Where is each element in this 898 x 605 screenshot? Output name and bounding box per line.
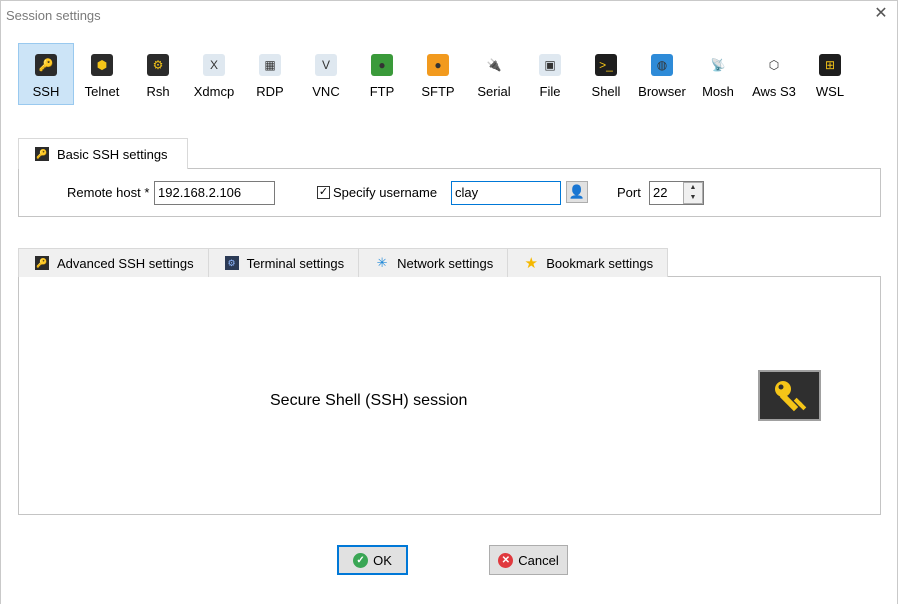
key-icon: 🔑: [35, 256, 49, 270]
telnet-icon: ⬢: [91, 54, 113, 76]
specify-username-checkbox[interactable]: ✓: [317, 186, 330, 199]
ok-label: OK: [373, 552, 392, 568]
session-type-vnc[interactable]: V VNC: [298, 43, 354, 105]
username-input[interactable]: clay: [451, 181, 561, 205]
session-type-label: Mosh: [702, 84, 734, 99]
user-icon: 👤: [568, 184, 586, 199]
spin-up-icon[interactable]: ▲: [684, 183, 702, 193]
session-type-wsl[interactable]: ⊞ WSL: [802, 43, 858, 105]
title-bar: Session settings ✕: [1, 1, 897, 29]
tab-bookmark-settings[interactable]: ★ Bookmark settings: [507, 248, 669, 277]
session-settings-dialog: Session settings ✕ 🔑 SSH ⬢ Telnet ⚙ Rsh X Xdmcp…: [0, 0, 898, 605]
session-type-label: Aws S3: [752, 84, 796, 99]
session-type-rdp[interactable]: ▦ RDP: [242, 43, 298, 105]
session-type-rsh[interactable]: ⚙ Rsh: [130, 43, 186, 105]
session-type-telnet[interactable]: ⬢ Telnet: [74, 43, 130, 105]
vnc-icon: V: [315, 54, 337, 76]
serial-icon: 🔌: [483, 54, 505, 76]
check-icon: ✓: [353, 552, 369, 568]
basic-settings-panel: Remote host * 192.168.2.106 ✓ Specify us…: [18, 168, 881, 217]
session-type-label: Telnet: [84, 84, 120, 99]
session-type-serial[interactable]: 🔌 Serial: [466, 43, 522, 105]
session-type-label: SFTP: [421, 84, 455, 99]
xdmcp-icon: X: [203, 54, 225, 76]
session-type-label: Rsh: [146, 84, 170, 99]
ok-button[interactable]: ✓ OK: [337, 545, 408, 575]
spin-down-icon[interactable]: ▼: [684, 193, 702, 203]
session-description: Secure Shell (SSH) session: [270, 392, 468, 409]
aws-s3-icon: ⬡: [763, 54, 785, 76]
close-icon[interactable]: ✕: [873, 6, 889, 22]
session-type-xdmcp[interactable]: X Xdmcp: [186, 43, 242, 105]
session-type-label: RDP: [256, 84, 284, 99]
tab-label: Basic SSH settings: [57, 146, 168, 162]
session-type-browser[interactable]: ◍ Browser: [634, 43, 690, 105]
sftp-icon: ●: [427, 54, 449, 76]
ftp-icon: ●: [371, 54, 393, 76]
window-title: Session settings: [6, 7, 101, 23]
session-type-label: File: [539, 84, 561, 99]
key-icon: 🔑: [35, 147, 49, 161]
key-icon: 🔑: [35, 54, 57, 76]
session-type-label: Shell: [591, 84, 621, 99]
tab-terminal-settings[interactable]: ⚙ Terminal settings: [207, 248, 360, 277]
port-label: Port: [617, 185, 641, 200]
session-type-ssh[interactable]: 🔑 SSH: [18, 43, 74, 105]
session-type-shell[interactable]: >_ Shell: [578, 43, 634, 105]
session-type-file[interactable]: ▣ File: [522, 43, 578, 105]
session-type-label: Browser: [638, 84, 686, 99]
rsh-icon: ⚙: [147, 54, 169, 76]
session-type-label: SSH: [32, 84, 60, 99]
cancel-icon: ✕: [498, 552, 514, 568]
key-icon: [774, 380, 806, 411]
network-icon: ✳: [376, 255, 388, 270]
remote-host-input[interactable]: 192.168.2.106: [154, 181, 275, 205]
terminal-icon: ⚙: [224, 256, 239, 270]
tab-basic-ssh-settings[interactable]: 🔑 Basic SSH settings: [18, 138, 188, 169]
mosh-icon: 📡: [707, 54, 729, 76]
tab-label: Bookmark settings: [546, 255, 654, 271]
cancel-button[interactable]: ✕ Cancel: [489, 545, 568, 575]
session-type-label: WSL: [815, 84, 845, 99]
wsl-icon: ⊞: [819, 54, 841, 76]
cancel-label: Cancel: [518, 552, 559, 568]
session-type-aws-s3[interactable]: ⬡ Aws S3: [746, 43, 802, 105]
session-type-toolbar: 🔑 SSH ⬢ Telnet ⚙ Rsh X Xdmcp ▦ RDP V VNC ● FTP ● SFTP 🔌 S…: [18, 43, 858, 105]
session-type-label: Xdmcp: [193, 84, 235, 99]
session-type-ftp[interactable]: ● FTP: [354, 43, 410, 105]
remote-host-label: Remote host *: [67, 185, 150, 200]
ssh-key-badge: [758, 370, 821, 421]
dialog-body: 🔑 SSH ⬢ Telnet ⚙ Rsh X Xdmcp ▦ RDP V VNC ● FTP ● SFTP 🔌 S…: [1, 29, 897, 605]
file-icon: ▣: [539, 54, 561, 76]
tab-label: Advanced SSH settings: [57, 255, 194, 271]
specify-username-label: Specify username: [333, 185, 438, 200]
tab-network-settings[interactable]: ✳ Network settings: [358, 248, 509, 277]
tab-label: Terminal settings: [246, 255, 345, 271]
tab-label: Network settings: [397, 255, 494, 271]
settings-tabs: 🔑 Advanced SSH settings ⚙ Terminal setti…: [18, 248, 669, 277]
session-type-label: Serial: [477, 84, 511, 99]
tab-advanced-ssh-settings[interactable]: 🔑 Advanced SSH settings: [18, 248, 209, 277]
user-picker-button[interactable]: 👤: [566, 181, 588, 203]
shell-icon: >_: [595, 54, 617, 76]
rdp-icon: ▦: [259, 54, 281, 76]
port-spinner[interactable]: ▲ ▼: [683, 182, 703, 204]
session-type-label: VNC: [312, 84, 340, 99]
session-type-sftp[interactable]: ● SFTP: [410, 43, 466, 105]
star-icon: ★: [524, 255, 538, 272]
session-type-label: FTP: [369, 84, 395, 99]
tab-content-panel: Secure Shell (SSH) session: [18, 276, 881, 515]
session-type-mosh[interactable]: 📡 Mosh: [690, 43, 746, 105]
browser-icon: ◍: [651, 54, 673, 76]
